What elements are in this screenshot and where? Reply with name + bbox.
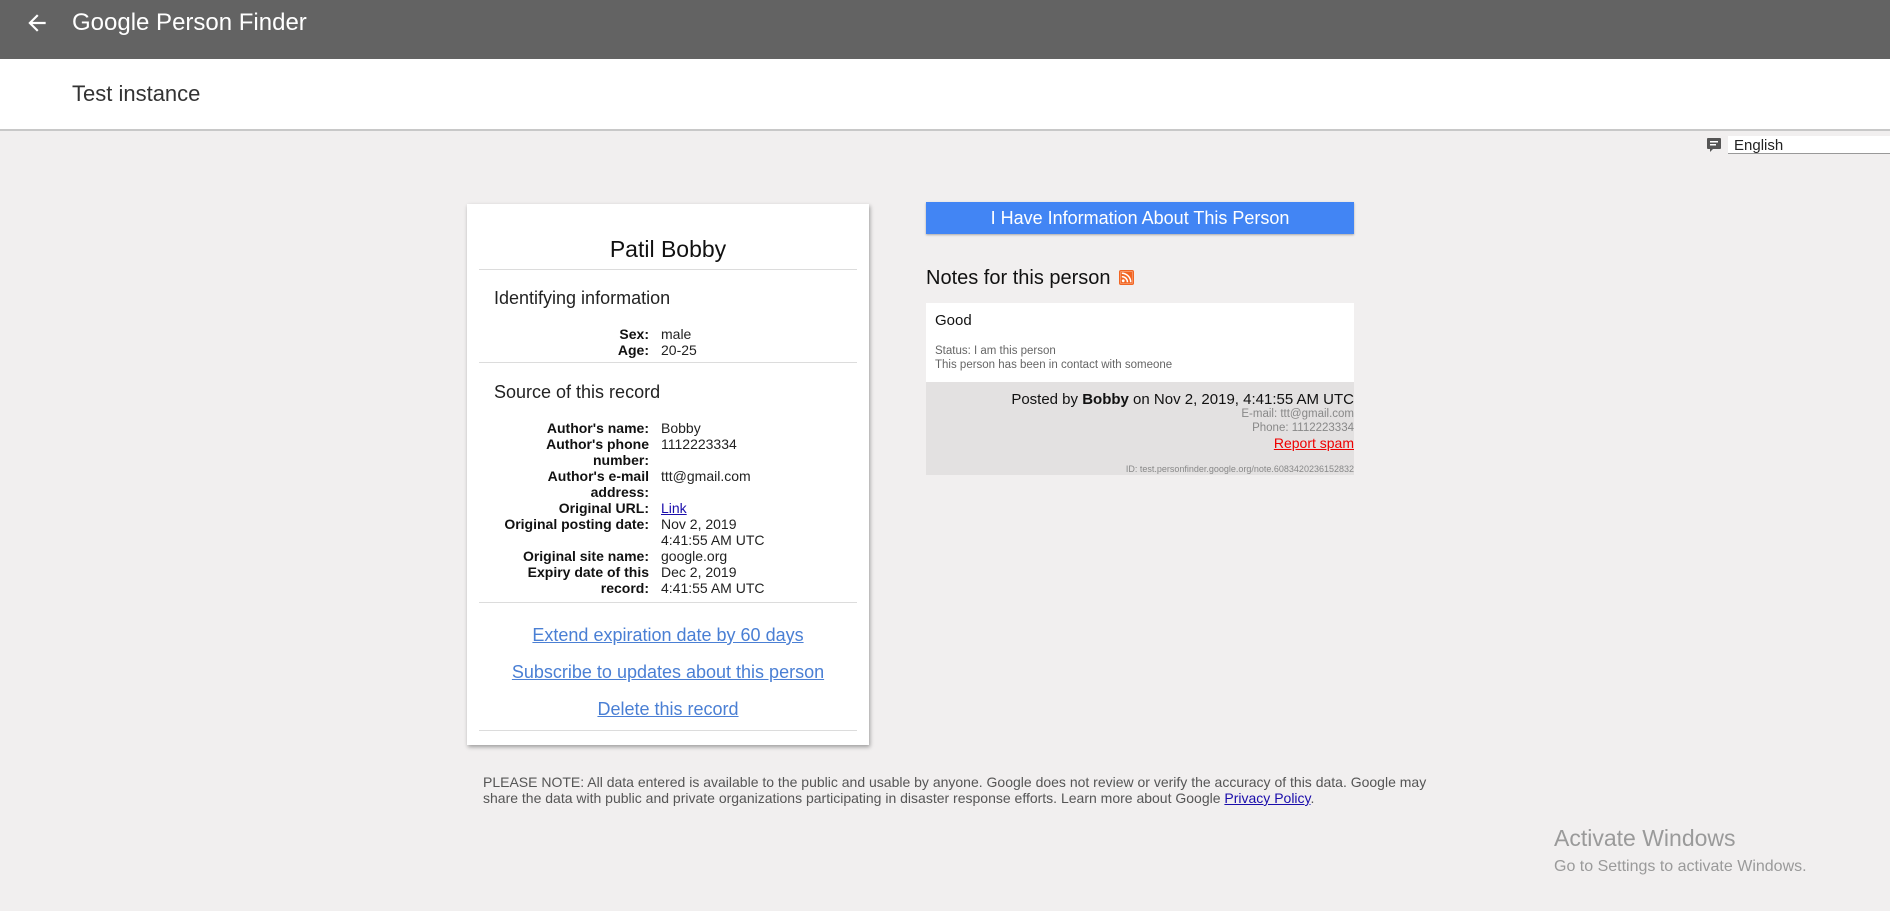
person-record-card: Patil Bobby Identifying information Sex:… [467, 204, 869, 745]
delete-record-link[interactable]: Delete this record [467, 699, 869, 720]
subscribe-link[interactable]: Subscribe to updates about this person [467, 662, 869, 683]
posting-date-value: Nov 2, 2019 4:41:55 AM UTC [661, 516, 765, 548]
site-name-value: google.org [661, 548, 728, 564]
author-phone-label: Author's phone number: [546, 436, 649, 468]
app-header: Google Person Finder [0, 0, 1890, 59]
expiry-label: Expiry date of this record: [527, 564, 649, 596]
identifying-info-title: Identifying information [494, 288, 671, 308]
back-arrow-icon[interactable] [24, 10, 50, 36]
language-icon [1707, 138, 1721, 152]
author-name-label: Author's name: [546, 420, 649, 436]
divider [479, 362, 857, 363]
author-email-value: ttt@gmail.com [661, 468, 751, 484]
note-card: Good Status: I am this person This perso… [926, 303, 1354, 475]
sex-label: Sex: [619, 326, 649, 342]
instance-name: Test instance [72, 81, 201, 106]
person-name: Patil Bobby [609, 236, 727, 262]
note-author: Bobby [1082, 391, 1129, 408]
divider [479, 602, 857, 603]
source-title: Source of this record [494, 382, 661, 402]
age-label: Age: [617, 342, 649, 358]
original-url-link[interactable]: Link [661, 500, 687, 516]
rss-feed-icon[interactable] [1119, 270, 1134, 285]
note-posted-by: Posted by Bobby on Nov 2, 2019, 4:41:55 … [1011, 391, 1354, 408]
activate-windows-watermark: Activate Windows Go to Settings to activ… [1554, 825, 1807, 875]
language-selector: English [1704, 136, 1890, 156]
note-text: Good [935, 312, 972, 329]
i-have-information-button[interactable]: I Have Information About This Person [926, 202, 1354, 234]
note-phone: Phone: 1112223334 [1252, 422, 1354, 434]
author-phone-value: 1112223334 [661, 436, 737, 452]
disclaimer: PLEASE NOTE: All data entered is availab… [483, 774, 1427, 806]
site-name-label: Original site name: [522, 548, 649, 564]
expiry-value: Dec 2, 2019 4:41:55 AM UTC [661, 564, 765, 596]
privacy-policy-link[interactable]: Privacy Policy [1224, 790, 1310, 806]
note-status: Status: I am this person This person has… [935, 345, 1173, 371]
note-email: E-mail: ttt@gmail.com [1241, 408, 1354, 420]
sex-value: male [661, 326, 692, 342]
instance-bar: Test instance [0, 59, 1890, 131]
language-dropdown[interactable]: English [1728, 136, 1890, 154]
note-id: ID: test.personfinder.google.org/note.60… [1125, 464, 1354, 474]
report-spam-link[interactable]: Report spam [1274, 435, 1354, 451]
age-value: 20-25 [661, 342, 697, 358]
divider [479, 269, 857, 270]
divider [479, 730, 857, 731]
app-title: Google Person Finder [72, 9, 307, 36]
extend-expiration-link[interactable]: Extend expiration date by 60 days [467, 625, 869, 646]
author-name-value: Bobby [661, 420, 701, 436]
original-url-label: Original URL: [558, 500, 649, 516]
notes-title: Notes for this person [926, 267, 1111, 289]
posting-date-label: Original posting date: [504, 516, 649, 532]
author-email-label: Author's e-mail address: [547, 468, 649, 500]
